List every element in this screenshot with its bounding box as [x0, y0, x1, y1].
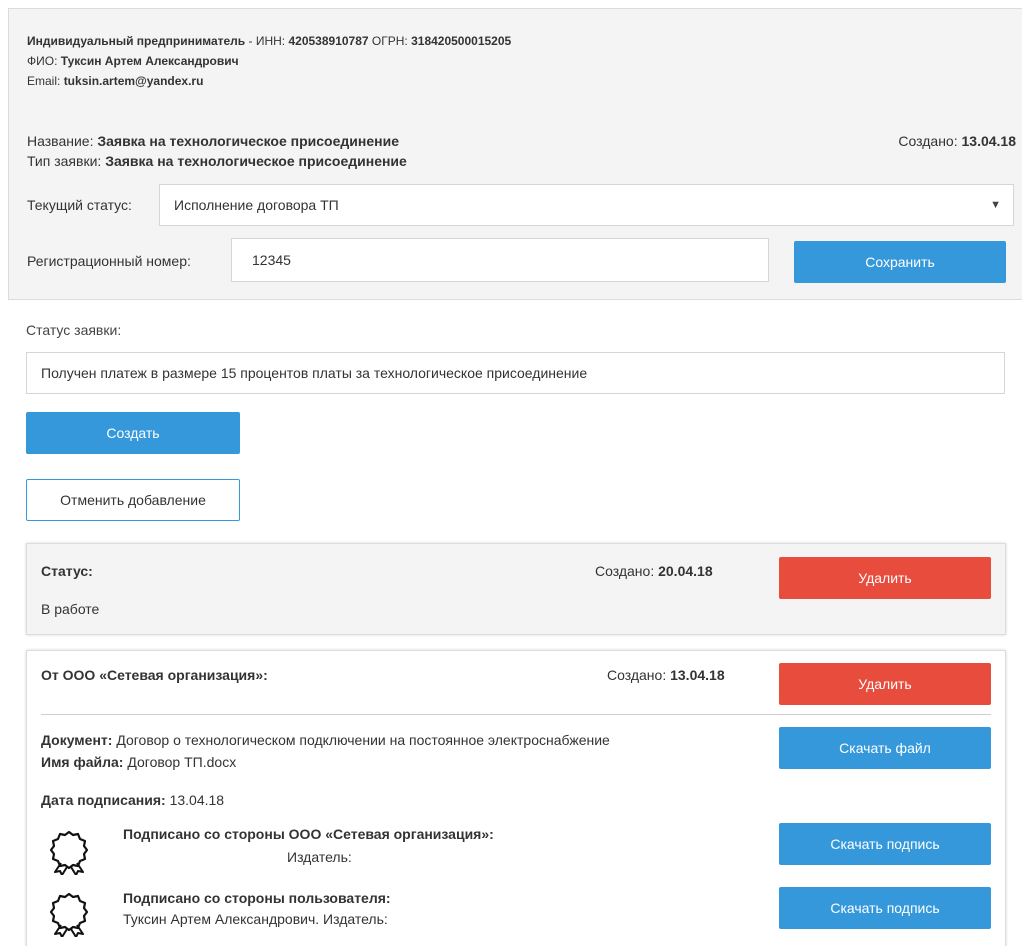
- ogrn-value: 318420500015205: [411, 34, 512, 48]
- filename-row: Имя файла: Договор ТП.docx: [41, 752, 236, 772]
- certificate-seal-icon: [49, 892, 89, 937]
- fio-value: Туксин Артем Александрович: [60, 54, 239, 68]
- dropdown-arrow-icon: ▼: [990, 199, 1001, 211]
- document-card-created: Создано: 13.04.18: [607, 665, 725, 685]
- request-info: Название: Заявка на технологическое прис…: [8, 115, 1022, 300]
- request-type-row: Тип заявки: Заявка на технологическое пр…: [27, 151, 407, 171]
- request-name: Заявка на технологическое присоединение: [97, 133, 399, 149]
- request-created: Создано: 13.04.18: [898, 131, 1016, 151]
- sign-date-label: Дата подписания:: [41, 792, 170, 808]
- document-card: От ООО «Сетевая организация»: Создано: 1…: [26, 650, 1006, 946]
- certificate-seal-icon: [49, 830, 89, 875]
- request-name-row: Название: Заявка на технологическое прис…: [27, 131, 399, 151]
- document-card-title: От ООО «Сетевая организация»:: [41, 667, 268, 683]
- current-status-label: Текущий статус:: [27, 197, 132, 213]
- entrepreneur-info: Индивидуальный предприниматель - ИНН: 42…: [8, 8, 1022, 116]
- status-card-created-label: Создано:: [595, 563, 659, 579]
- email-label: Email:: [27, 74, 64, 88]
- request-name-label: Название:: [27, 133, 98, 149]
- request-type-label: Тип заявки:: [27, 153, 106, 169]
- reg-number-label: Регистрационный номер:: [27, 253, 191, 269]
- fio-label: ФИО:: [27, 54, 61, 68]
- document-name: Договор о технологическом подключении на…: [116, 732, 610, 748]
- download-signature-org-button[interactable]: Скачать подпись: [779, 823, 991, 865]
- request-created-label: Создано:: [898, 133, 962, 149]
- signer-user-issuer: Туксин Артем Александрович. Издатель:: [123, 911, 388, 927]
- download-file-button[interactable]: Скачать файл: [779, 727, 991, 769]
- current-status-value: Исполнение договора ТП: [174, 197, 339, 213]
- sign-date-row: Дата подписания: 13.04.18: [41, 790, 224, 810]
- signer-org-title: Подписано со стороны ООО «Сетевая органи…: [123, 826, 494, 842]
- delete-status-button[interactable]: Удалить: [779, 557, 991, 599]
- entrepreneur-type: Индивидуальный предприниматель: [27, 34, 246, 48]
- document-card-created-label: Создано:: [607, 667, 671, 683]
- status-card-created-date: 20.04.18: [658, 563, 713, 579]
- request-status-input[interactable]: Получен платеж в размере 15 процентов пл…: [26, 352, 1005, 394]
- current-status-select[interactable]: Исполнение договора ТП ▼: [159, 184, 1014, 226]
- status-card-text: В работе: [41, 601, 100, 617]
- inn-label: - ИНН:: [245, 34, 289, 48]
- download-signature-user-button[interactable]: Скачать подпись: [779, 887, 991, 929]
- inn-value: 420538910787: [288, 34, 369, 48]
- signer-org-issuer: Издатель:: [287, 849, 352, 865]
- ogrn-label: ОГРН:: [368, 34, 412, 48]
- status-card-title: Статус:: [41, 563, 93, 579]
- email-value: tuksin.artem@yandex.ru: [63, 74, 204, 88]
- cancel-add-button[interactable]: Отменить добавление: [26, 479, 240, 521]
- entrepreneur-line-3: Email: tuksin.artem@yandex.ru: [27, 71, 1004, 91]
- entrepreneur-line-1: Индивидуальный предприниматель - ИНН: 42…: [27, 31, 1004, 51]
- request-status-label: Статус заявки:: [26, 322, 122, 338]
- filename-label: Имя файла:: [41, 754, 128, 770]
- create-button[interactable]: Создать: [26, 412, 240, 454]
- save-button[interactable]: Сохранить: [794, 241, 1006, 283]
- delete-document-button[interactable]: Удалить: [779, 663, 991, 705]
- request-type: Заявка на технологическое присоединение: [105, 153, 407, 169]
- sign-date-value: 13.04.18: [169, 792, 225, 808]
- status-card-created: Создано: 20.04.18: [595, 561, 713, 581]
- divider: [41, 714, 991, 715]
- document-row: Документ: Договор о технологическом подк…: [41, 730, 610, 750]
- reg-number-input[interactable]: 12345: [231, 238, 769, 282]
- document-label: Документ:: [41, 732, 117, 748]
- filename-value: Договор ТП.docx: [127, 754, 237, 770]
- document-card-created-date: 13.04.18: [670, 667, 725, 683]
- status-card: Статус: Создано: 20.04.18 В работе Удали…: [26, 543, 1006, 635]
- request-created-date: 13.04.18: [961, 133, 1017, 149]
- signer-user-title: Подписано со стороны пользователя:: [123, 890, 391, 906]
- entrepreneur-line-2: ФИО: Туксин Артем Александрович: [27, 51, 1004, 71]
